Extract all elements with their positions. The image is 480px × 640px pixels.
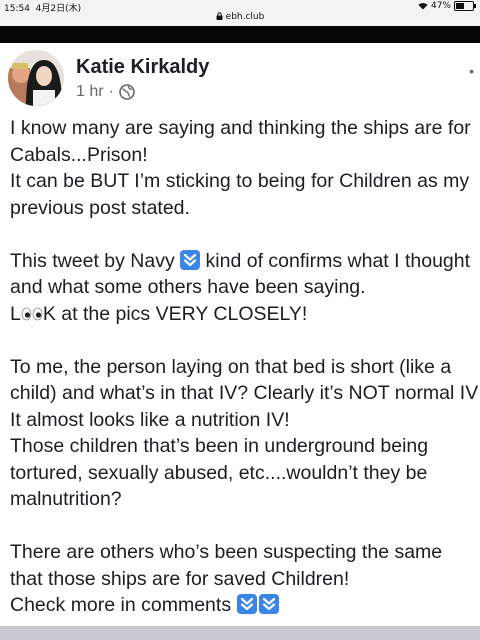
post-line: and what some others have been saying. [10,276,366,298]
double-down-arrow-icon [236,594,257,614]
more-options-button[interactable]: • [469,63,474,79]
status-bar: 15:54 4月2日(木) 47% ebh.club [0,0,480,26]
avatar[interactable] [8,50,64,106]
post-line: that those ships are for saved Children! [10,567,350,590]
post-line: Cabals...Prison! [10,143,148,166]
post-card: Katie Kirkaldy 1 hr · • I know many are … [0,43,480,626]
post-text: I know many are saying and thinking the … [10,115,480,619]
post-meta: 1 hr · [76,83,135,101]
post-line: It can be BUT I’m sticking to being for … [10,170,470,192]
globe-icon [119,84,135,100]
post-line: There are others who’s been suspecting t… [10,541,443,563]
battery-icon [454,1,476,11]
bottom-bar [0,626,480,640]
url-text: ebh.club [225,12,265,22]
post-line: It almost looks like a nutrition IV! [10,408,290,431]
battery-fill [456,3,465,9]
post-time[interactable]: 1 hr [76,83,104,101]
avatar-image [8,50,64,106]
double-down-arrow-icon [258,594,279,614]
battery-percent: 47% [430,1,451,11]
lock-icon [216,12,223,20]
meta-separator: · [108,83,114,100]
post-line: Check more in comments [10,592,480,619]
top-black-bar [0,26,480,43]
post-line: child) and what’s in that IV? Clearly it… [10,382,479,404]
status-right: 47% [418,1,476,11]
post-line: LK at the pics VERY CLOSELY! [10,302,308,325]
author-name[interactable]: Katie Kirkaldy [76,56,209,79]
url-bar[interactable]: ebh.club [0,12,480,22]
post-line: tortured, sexually abused, etc....wouldn… [10,461,428,484]
wifi-icon [418,3,428,10]
post-line: malnutrition? [10,488,122,510]
post-line: Those children that’s been in undergroun… [10,435,429,457]
post-line: To me, the person laying on that bed is … [10,355,452,378]
eyes-icon [21,307,43,320]
post-line: This tweet by Navy kind of confirms what… [10,249,471,272]
double-down-arrow-icon [180,249,201,270]
post-line: I know many are saying and thinking the … [10,117,471,139]
post-line: previous post stated. [10,196,190,219]
